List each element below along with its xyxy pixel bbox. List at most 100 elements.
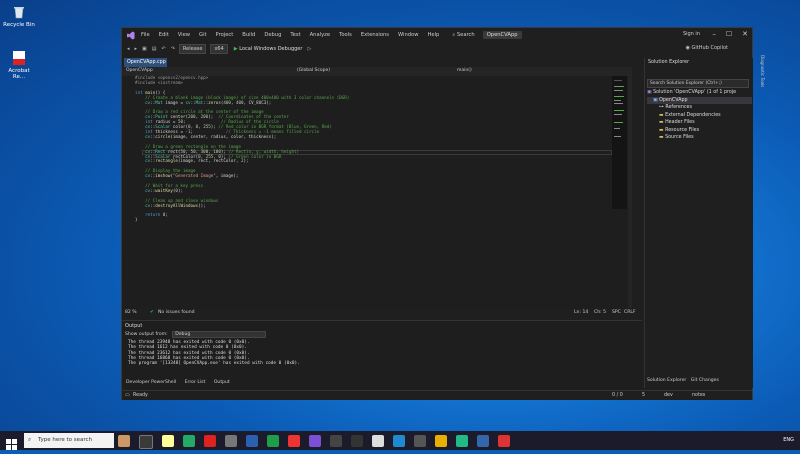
search-label: Search — [456, 31, 475, 38]
menu-edit[interactable]: Edit — [159, 32, 169, 38]
solution-explorer-title: Solution Explorer — [648, 60, 690, 65]
error-count[interactable]: 0 / 0 — [612, 393, 623, 398]
git-branch[interactable]: dev — [664, 393, 673, 398]
save-icon[interactable]: ▤ — [152, 46, 157, 52]
output-log[interactable]: The thread 23948 has exited with code 0 … — [128, 340, 300, 366]
tree-item-header-files[interactable]: ▬ Header Files — [647, 119, 752, 127]
menu-analyze[interactable]: Analyze — [310, 32, 330, 38]
code-text[interactable]: #include <opencv2/opencv.hpp> #include <… — [130, 75, 610, 223]
app-icon[interactable] — [498, 435, 510, 447]
language-indicator[interactable]: ENG — [783, 437, 794, 443]
tab-git-changes[interactable]: Git Changes — [691, 378, 719, 383]
tree-item-solution[interactable]: ▣ Solution 'OpenCVApp' (1 of 1 proje — [647, 89, 752, 97]
back-icon[interactable]: ◂ — [127, 46, 130, 52]
scope-nav-dropdown[interactable]: (Global Scope) — [297, 68, 330, 73]
menu-build[interactable]: Build — [242, 32, 255, 38]
maximize-icon[interactable]: ☐ — [726, 30, 732, 38]
menu-project[interactable]: Project — [216, 32, 234, 38]
terminal-icon[interactable] — [351, 435, 363, 447]
sign-in-button[interactable]: Sign in — [683, 31, 700, 37]
code-minimap[interactable] — [612, 76, 627, 209]
references-icon: ⊶ — [659, 105, 664, 110]
recycle-bin-shortcut[interactable]: Recycle Bin — [2, 4, 36, 28]
menu-test[interactable]: Test — [290, 32, 300, 38]
tree-item-references[interactable]: ⊶ References — [647, 104, 752, 112]
tab-solution-explorer[interactable]: Solution Explorer — [647, 378, 686, 383]
warnings-count[interactable]: 5 — [642, 393, 645, 398]
minimize-icon[interactable]: – — [712, 30, 716, 38]
app-icon[interactable] — [225, 435, 237, 447]
app-icon[interactable] — [288, 435, 300, 447]
menu-view[interactable]: View — [178, 32, 190, 38]
tree-item-external-dependencies[interactable]: ▬ External Dependencies — [647, 112, 752, 120]
document-tab[interactable]: OpenCVApp.cpp ✕ — [124, 58, 167, 74]
vscode-icon[interactable] — [393, 435, 405, 447]
undo-icon[interactable]: ↶ — [162, 46, 166, 52]
menu-extensions[interactable]: Extensions — [361, 32, 389, 38]
app-icon[interactable] — [330, 435, 342, 447]
vertical-scrollbar[interactable] — [628, 76, 632, 308]
tab-error-list[interactable]: Error List — [185, 380, 206, 385]
output-source-dropdown[interactable]: Debug — [172, 331, 267, 338]
taskbar-search-input[interactable]: ⌕ Type here to search — [24, 433, 114, 448]
configuration-dropdown[interactable]: Release — [178, 43, 207, 54]
check-icon: ✔ — [150, 310, 154, 315]
excel-icon[interactable] — [267, 435, 279, 447]
acrobat-label: Acrobat Re... — [8, 68, 30, 80]
app-icon[interactable] — [414, 435, 426, 447]
new-item-icon[interactable]: ▣ — [142, 46, 147, 52]
visual-studio-taskbar-icon[interactable] — [309, 435, 321, 447]
redo-icon[interactable]: ↷ — [171, 46, 175, 52]
tree-item-source-files[interactable]: ▬ Source Files — [647, 134, 752, 142]
app-icon[interactable] — [118, 435, 130, 447]
windows-start-icon[interactable] — [6, 435, 17, 454]
menu-git[interactable]: Git — [199, 32, 207, 38]
function-nav-dropdown[interactable]: main() — [457, 68, 472, 73]
app-icon[interactable] — [204, 435, 216, 447]
indent-mode[interactable]: SPC — [612, 310, 621, 315]
app-icon[interactable] — [456, 435, 468, 447]
menu-file[interactable]: File — [141, 32, 150, 38]
visual-studio-logo-icon — [126, 31, 135, 40]
word-icon[interactable] — [246, 435, 258, 447]
search-icon: ⌕ — [452, 31, 456, 38]
forward-icon[interactable]: ▸ — [135, 46, 138, 52]
run-debugger-button[interactable]: ▶ Local Windows Debugger — [234, 46, 303, 52]
line-ending[interactable]: CRLF — [624, 310, 636, 315]
task-view-icon[interactable] — [139, 435, 153, 449]
solution-search-input[interactable]: Search Solution Explorer (Ctrl+;) — [647, 79, 749, 88]
notes-repo[interactable]: notes — [692, 393, 705, 398]
title-bar: File Edit View Git Project Build Debug T… — [122, 28, 752, 42]
menu-tools[interactable]: Tools — [339, 32, 352, 38]
menu-window[interactable]: Window — [398, 32, 418, 38]
menu-debug[interactable]: Debug — [264, 32, 281, 38]
tab-developer-powershell[interactable]: Developer PowerShell — [126, 380, 176, 385]
zoom-level[interactable]: 82 % — [125, 310, 137, 315]
app-icon[interactable] — [183, 435, 195, 447]
tree-item-resource-files[interactable]: ▬ Resource Files — [647, 127, 752, 135]
search-button[interactable]: ⌕ Search — [452, 32, 474, 39]
menu-help[interactable]: Help — [427, 32, 439, 38]
start-without-debugging-icon[interactable]: ▷ — [307, 46, 311, 52]
chrome-icon[interactable] — [435, 435, 447, 447]
acrobat-shortcut[interactable]: Acrobat Re... — [2, 50, 36, 80]
tree-item-label: Resource Files — [665, 127, 700, 133]
output-title: Output — [125, 323, 143, 329]
taskbar-search-placeholder: Type here to search — [38, 437, 93, 443]
issues-status[interactable]: No issues found — [158, 310, 195, 315]
copilot-button[interactable]: ◉ GitHub Copilot — [686, 45, 728, 51]
bottom-tab-strip: Developer PowerShell Error List Output — [122, 380, 233, 385]
close-icon[interactable]: ✕ — [742, 30, 748, 38]
diagnostic-tools-tab[interactable]: Diagnostic Tools — [755, 55, 765, 95]
solution-tab-strip: Solution Explorer Git Changes — [647, 378, 719, 383]
app-icon[interactable] — [477, 435, 489, 447]
platform-dropdown[interactable]: x64 — [210, 43, 228, 54]
run-label: Local Windows Debugger — [239, 45, 303, 52]
output-line: The program '[13348] OpenCVApp.exe' has … — [128, 361, 300, 367]
folder-icon: ▬ — [659, 112, 664, 118]
app-icon[interactable] — [372, 435, 384, 447]
project-nav-dropdown[interactable]: OpenCVApp — [126, 68, 153, 73]
tab-output[interactable]: Output — [214, 380, 230, 385]
tree-item-project[interactable]: ▣ OpenCVApp — [647, 96, 752, 104]
app-icon[interactable] — [162, 435, 174, 447]
